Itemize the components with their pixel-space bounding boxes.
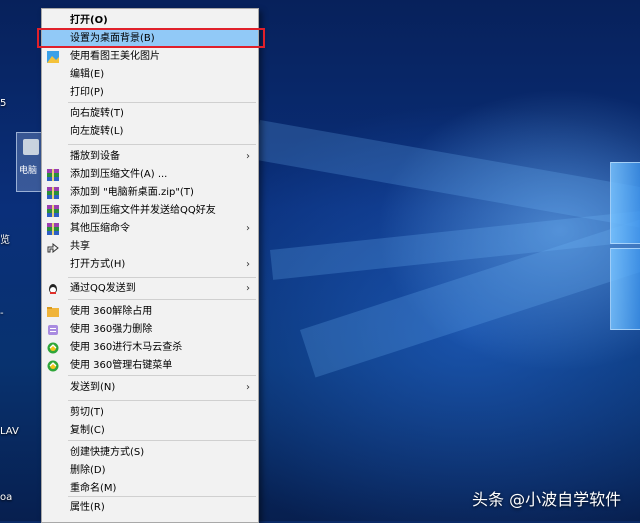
archive-icon [47,205,59,217]
desktop-label[interactable]: LAV [0,426,19,437]
menu-item-label: 通过QQ发送到 [70,283,136,294]
menu-item-label: 使用 360强力删除 [70,324,153,335]
desktop-icon-label: 电脑 [19,166,38,176]
menu-item-label: 打开方式(H) [70,259,126,270]
menu-item-label: 创建快捷方式(S) [70,447,145,458]
menu-item-label: 删除(D) [70,465,106,476]
chevron-right-icon: › [246,151,250,162]
archive-icon [47,187,59,199]
desktop-label[interactable]: oa [0,492,12,503]
menu-separator [68,144,256,145]
chevron-right-icon: › [246,223,250,234]
menu-item-share[interactable]: 共享 [42,238,258,256]
menu-item-send-via-qq[interactable]: 通过QQ发送到 › [42,280,258,298]
menu-separator [68,375,256,376]
menu-item-label: 添加到压缩文件(A) ... [70,169,168,180]
menu-item-360-manage-context-menu[interactable]: 使用 360管理右键菜单 [42,357,258,375]
menu-item-label: 添加到压缩文件并发送给QQ好友 [70,205,216,216]
menu-item-rotate-left[interactable]: 向左旋转(L) [42,123,258,141]
menu-item-copy[interactable]: 复制(C) [42,422,258,440]
menu-item-other-compress-commands[interactable]: 其他压缩命令 › [42,220,258,238]
menu-item-add-to-archive-send-qq[interactable]: 添加到压缩文件并发送给QQ好友 [42,202,258,220]
qq-icon [47,283,59,295]
chevron-right-icon: › [246,259,250,270]
menu-separator [68,400,256,401]
archive-icon [47,169,59,181]
menu-separator [68,102,256,103]
menu-item-label: 发送到(N) [70,382,116,393]
menu-item-send-to[interactable]: 发送到(N) › [42,379,258,397]
light-beam [253,120,640,233]
shield-360-icon [47,342,59,354]
menu-item-360-force-delete[interactable]: 使用 360强力删除 [42,321,258,339]
menu-item-360-trojan-scan[interactable]: 使用 360进行木马云查杀 [42,339,258,357]
menu-separator [68,440,256,441]
menu-separator [68,496,256,497]
menu-item-create-shortcut[interactable]: 创建快捷方式(S) [42,444,258,462]
menu-item-label: 剪切(T) [70,407,104,418]
menu-item-label: 使用 360解除占用 [70,306,153,317]
annotation-highlight-box [37,28,265,48]
shredder-icon [47,324,59,336]
menu-item-cast-to-device[interactable]: 播放到设备 › [42,148,258,166]
picture-icon [47,51,59,63]
context-menu: 打开(O) 设置为桌面背景(B) 使用看图王美化图片 编辑(E) 打印(P) 向右旋转(T… [41,8,259,523]
menu-item-beautify-with-viewer[interactable]: 使用看图王美化图片 [42,48,258,66]
menu-item-label: 属性(R) [70,502,105,513]
menu-item-label: 播放到设备 [70,151,120,162]
menu-item-label: 其他压缩命令 [70,223,130,234]
windows-logo [596,150,640,350]
menu-item-add-to-zip[interactable]: 添加到 "电脑新桌面.zip"(T) [42,184,258,202]
menu-item-print[interactable]: 打印(P) [42,84,258,102]
archive-icon [47,223,59,235]
desktop-label[interactable]: 5 [0,98,6,109]
menu-item-label: 向右旋转(T) [70,108,124,119]
menu-item-rotate-right[interactable]: 向右旋转(T) [42,105,258,123]
chevron-right-icon: › [246,283,250,294]
menu-item-open-with[interactable]: 打开方式(H) › [42,256,258,274]
menu-item-delete[interactable]: 删除(D) [42,462,258,480]
image-file-icon [23,139,39,155]
menu-item-properties[interactable]: 属性(R) [42,499,258,517]
menu-item-label: 使用 360管理右键菜单 [70,360,173,371]
menu-item-label: 添加到 "电脑新桌面.zip"(T) [70,187,194,198]
desktop-label[interactable]: 览 [0,231,10,246]
menu-item-label: 共享 [70,241,90,252]
menu-item-label: 复制(C) [70,425,105,436]
menu-item-label: 使用看图王美化图片 [70,51,160,62]
folder-icon [47,306,59,318]
watermark: 头条 @小波自学软件 [472,490,622,509]
share-icon [47,241,59,254]
menu-item-label: 编辑(E) [70,69,105,80]
chevron-right-icon: › [246,382,250,393]
shield-360-icon [47,360,59,372]
menu-item-label: 向左旋转(L) [70,126,124,137]
menu-item-label: 使用 360进行木马云查杀 [70,342,183,353]
menu-item-cut[interactable]: 剪切(T) [42,404,258,422]
menu-item-add-to-archive[interactable]: 添加到压缩文件(A) ... [42,166,258,184]
menu-item-360-unlock[interactable]: 使用 360解除占用 [42,303,258,321]
menu-separator [68,299,256,300]
menu-separator [68,277,256,278]
menu-item-edit[interactable]: 编辑(E) [42,66,258,84]
desktop-label[interactable]: - [0,308,4,319]
menu-item-label: 打印(P) [70,87,104,98]
